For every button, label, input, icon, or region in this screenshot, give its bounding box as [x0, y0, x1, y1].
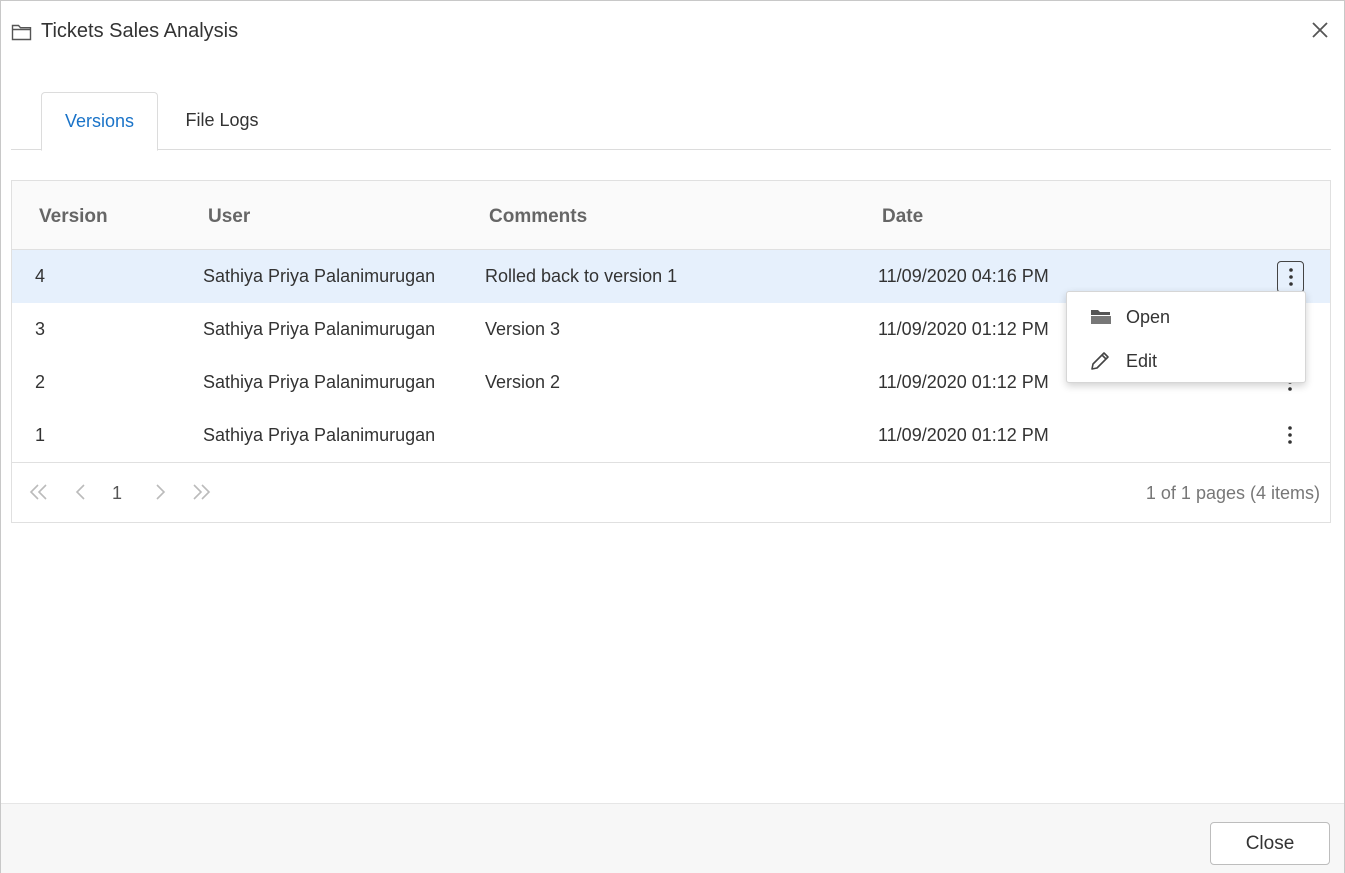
tab-versions[interactable]: Versions [41, 92, 158, 151]
menu-item-label: Edit [1126, 351, 1158, 371]
grid-header: Version User Comments Date [12, 181, 1330, 250]
column-header-version[interactable]: Version [39, 206, 108, 228]
date-cell: 11/09/2020 01:12 PM [878, 425, 1049, 445]
date-cell: 11/09/2020 01:12 PM [878, 319, 1049, 339]
menu-item-edit[interactable]: Edit [1067, 338, 1305, 382]
previous-page-icon[interactable] [70, 481, 92, 503]
date-cell: 11/09/2020 01:12 PM [878, 372, 1049, 392]
table-row[interactable]: 1 Sathiya Priya Palanimurugan 11/09/2020… [12, 409, 1330, 462]
user-cell: Sathiya Priya Palanimurugan [203, 319, 436, 339]
tab-bar: Versions File Logs [11, 92, 1331, 151]
column-header-comments[interactable]: Comments [489, 206, 587, 228]
context-menu: Open Edit [1066, 291, 1306, 383]
version-cell: 3 [35, 319, 46, 339]
next-page-icon[interactable] [149, 481, 171, 503]
user-cell: Sathiya Priya Palanimurugan [203, 425, 436, 445]
dialog-title: Tickets Sales Analysis [41, 20, 239, 42]
comments-cell: Version 3 [485, 319, 561, 339]
column-header-user[interactable]: User [208, 206, 250, 228]
user-cell: Sathiya Priya Palanimurugan [203, 266, 436, 286]
comments-cell: Rolled back to version 1 [485, 266, 678, 286]
last-page-icon[interactable] [190, 481, 212, 503]
dialog-title-bar: Tickets Sales Analysis [1, 1, 1344, 63]
close-button[interactable]: Close [1210, 822, 1330, 865]
close-icon[interactable] [1310, 20, 1330, 40]
version-history-dialog: Tickets Sales Analysis Versions File Log… [0, 0, 1345, 873]
folder-open-icon [1089, 306, 1113, 328]
menu-item-open[interactable]: Open [1067, 294, 1305, 338]
version-cell: 4 [35, 266, 46, 286]
version-cell: 2 [35, 372, 46, 392]
date-cell: 11/09/2020 04:16 PM [878, 266, 1049, 286]
first-page-icon[interactable] [28, 481, 50, 503]
column-header-date[interactable]: Date [882, 206, 923, 228]
pager-info: 1 of 1 pages (4 items) [1145, 483, 1320, 503]
more-vertical-icon[interactable] [1277, 261, 1304, 293]
pencil-icon [1089, 350, 1113, 372]
version-cell: 1 [35, 425, 46, 445]
user-cell: Sathiya Priya Palanimurugan [203, 372, 436, 392]
menu-item-label: Open [1126, 307, 1171, 327]
more-vertical-icon[interactable] [1277, 420, 1304, 452]
dialog-footer: Close [1, 803, 1344, 873]
folder-icon [11, 22, 32, 41]
tab-file-logs[interactable]: File Logs [169, 92, 275, 150]
grid-pager: 1 1 of 1 pages (4 items) [12, 462, 1330, 523]
comments-cell: Version 2 [485, 372, 561, 392]
page-number[interactable]: 1 [112, 483, 122, 504]
